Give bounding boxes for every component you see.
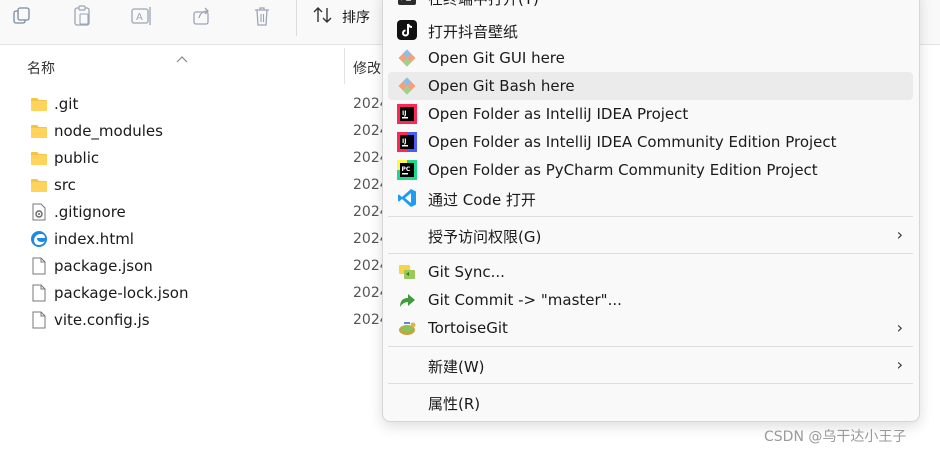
menu-item-grant-access[interactable]: 授予访问权限(G) › xyxy=(388,221,913,249)
menu-item-git-commit[interactable]: Git Commit -> "master"... xyxy=(388,286,913,314)
file-row[interactable]: package.json 2024 xyxy=(0,253,389,280)
git-sync-icon xyxy=(397,262,417,282)
menu-item-new[interactable]: 新建(W) › xyxy=(388,351,913,379)
sort-icon xyxy=(312,6,334,28)
menu-item-label: Open Folder as IntelliJ IDEA Project xyxy=(428,105,689,123)
delete-icon[interactable] xyxy=(250,4,274,28)
tiktok-icon xyxy=(397,20,417,40)
menu-item-open-with-code[interactable]: 通过 Code 打开 xyxy=(388,184,913,212)
folder-icon xyxy=(30,122,48,140)
context-menu: 在终端中打开(T) 打开抖音壁纸 Open Git GUI here Open … xyxy=(382,0,920,422)
file-name: .gitignore xyxy=(54,203,126,221)
file-row[interactable]: src 2024 xyxy=(0,172,389,199)
edge-html-icon xyxy=(30,230,48,248)
menu-item-label: Open Git Bash here xyxy=(428,77,575,95)
column-modified-header[interactable]: 修改 xyxy=(353,58,381,78)
svg-text:PC: PC xyxy=(402,166,411,173)
document-icon xyxy=(30,284,48,302)
share-icon[interactable] xyxy=(190,4,214,28)
menu-item-label: Git Commit -> "master"... xyxy=(428,291,622,309)
file-row[interactable]: .git 2024 xyxy=(0,91,389,118)
git-commit-icon xyxy=(397,290,417,310)
menu-item-label: 授予访问权限(G) xyxy=(428,228,542,246)
menu-item-tortoisegit[interactable]: TortoiseGit › xyxy=(388,314,913,342)
menu-separator xyxy=(388,346,913,347)
settings-file-icon xyxy=(30,203,48,221)
toolbar-divider xyxy=(296,0,297,36)
paste-icon[interactable] xyxy=(70,4,94,28)
sort-ascending-icon xyxy=(176,48,188,67)
folder-icon xyxy=(30,149,48,167)
terminal-icon xyxy=(397,0,417,7)
document-icon xyxy=(30,257,48,275)
file-name: vite.config.js xyxy=(54,311,150,329)
menu-item-label: Open Folder as PyCharm Community Edition… xyxy=(428,161,818,179)
vscode-icon xyxy=(397,188,417,208)
menu-item-label: Open Folder as IntelliJ IDEA Community E… xyxy=(428,133,837,151)
column-divider[interactable] xyxy=(344,48,345,84)
menu-item-label: 在终端中打开(T) xyxy=(428,0,539,9)
svg-text:IJ: IJ xyxy=(402,110,406,117)
menu-separator xyxy=(388,216,913,217)
menu-item-git-sync[interactable]: Git Sync... xyxy=(388,258,913,286)
watermark: CSDN @乌干达小王子 xyxy=(764,429,907,445)
menu-item-open-in-terminal[interactable]: 在终端中打开(T) xyxy=(388,0,913,11)
copy-icon[interactable] xyxy=(10,4,34,28)
file-row[interactable]: .gitignore 2024 xyxy=(0,199,389,226)
chevron-right-icon: › xyxy=(896,225,903,244)
file-name: package.json xyxy=(54,257,153,275)
git-icon xyxy=(397,76,417,96)
folder-icon xyxy=(30,176,48,194)
menu-item-label: 新建(W) xyxy=(428,358,485,376)
file-row[interactable]: node_modules 2024 xyxy=(0,118,389,145)
rename-icon[interactable]: A xyxy=(130,4,154,28)
file-row[interactable]: vite.config.js 2024 xyxy=(0,307,389,334)
file-row[interactable]: index.html 2024 xyxy=(0,226,389,253)
tortoisegit-icon xyxy=(397,318,417,338)
document-icon xyxy=(30,311,48,329)
sort-button[interactable]: 排序 xyxy=(312,4,370,30)
menu-item-pycharm-ce-project[interactable]: PC Open Folder as PyCharm Community Edit… xyxy=(388,156,913,184)
menu-item-label: 通过 Code 打开 xyxy=(428,191,536,209)
menu-item-label: TortoiseGit xyxy=(428,319,508,337)
file-name: public xyxy=(54,149,100,167)
svg-text:IJ: IJ xyxy=(402,138,406,145)
menu-item-intellij-ce-project[interactable]: IJ Open Folder as IntelliJ IDEA Communit… xyxy=(388,128,913,156)
menu-item-intellij-project[interactable]: IJ Open Folder as IntelliJ IDEA Project xyxy=(388,100,913,128)
menu-item-label: 打开抖音壁纸 xyxy=(428,23,519,41)
file-row[interactable]: public 2024 xyxy=(0,145,389,172)
file-name: node_modules xyxy=(54,122,163,140)
svg-text:A: A xyxy=(136,12,143,23)
menu-item-label: 属性(R) xyxy=(428,395,481,413)
file-name: index.html xyxy=(54,230,134,248)
chevron-right-icon: › xyxy=(896,318,903,337)
file-row[interactable]: package-lock.json 2024 xyxy=(0,280,389,307)
menu-item-label: Open Git GUI here xyxy=(428,49,565,67)
menu-item-git-gui[interactable]: Open Git GUI here xyxy=(388,44,913,72)
sort-label: 排序 xyxy=(342,10,370,26)
folder-icon xyxy=(30,95,48,113)
menu-item-label: Git Sync... xyxy=(428,263,505,281)
menu-item-properties[interactable]: 属性(R) xyxy=(388,388,913,416)
menu-separator xyxy=(388,383,913,384)
file-name: package-lock.json xyxy=(54,284,189,302)
column-name-header[interactable]: 名称 xyxy=(27,58,55,78)
file-name: src xyxy=(54,176,76,194)
file-name: .git xyxy=(54,95,79,113)
pycharm-icon: PC xyxy=(397,160,417,180)
file-list: .git 2024 node_modules 2024 public 2024 … xyxy=(0,91,389,334)
intellij-ce-icon: IJ xyxy=(397,132,417,152)
menu-separator xyxy=(388,253,913,254)
menu-item-douyin-wallpaper[interactable]: 打开抖音壁纸 xyxy=(388,16,913,44)
menu-item-git-bash[interactable]: Open Git Bash here xyxy=(388,72,913,100)
intellij-icon: IJ xyxy=(397,104,417,124)
git-icon xyxy=(397,48,417,68)
chevron-right-icon: › xyxy=(896,355,903,374)
